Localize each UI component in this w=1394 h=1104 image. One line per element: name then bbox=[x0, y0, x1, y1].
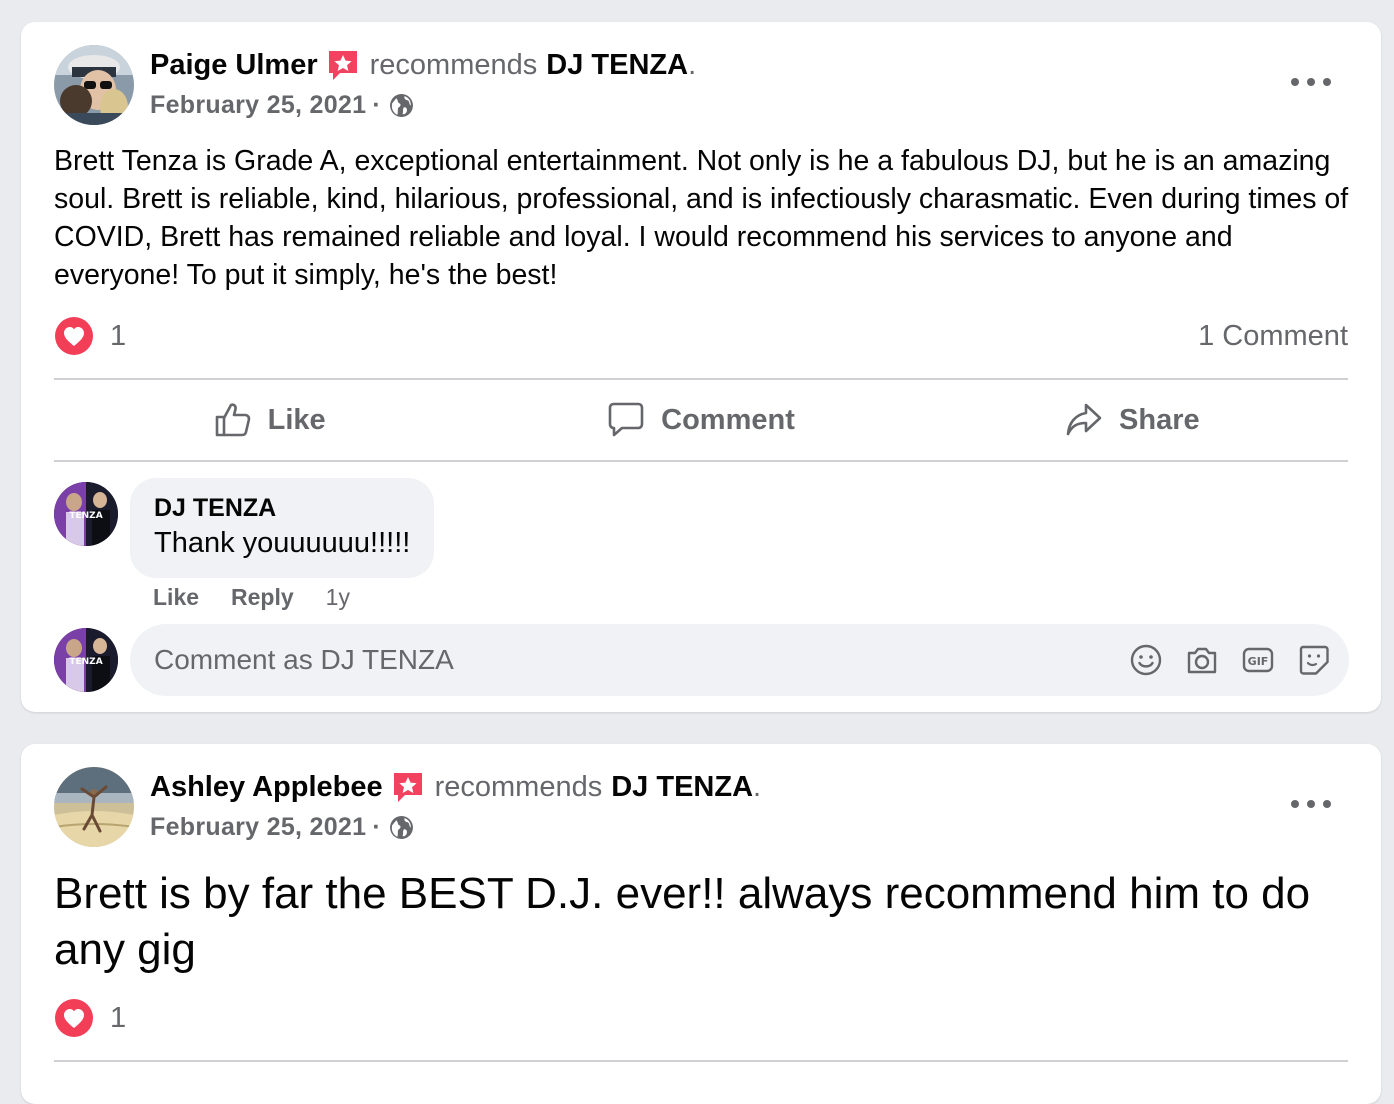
heart-reaction-icon[interactable] bbox=[54, 998, 94, 1038]
comment-bubble: DJ TENZA Thank youuuuuu!!!!! bbox=[130, 478, 435, 578]
post-meta: February 25, 2021 · bbox=[150, 810, 414, 844]
comment-composer: GIF bbox=[130, 624, 1349, 696]
smiley-icon[interactable] bbox=[1129, 643, 1163, 677]
date-separator: · bbox=[372, 90, 381, 119]
author-name[interactable]: Ashley Applebee bbox=[150, 771, 383, 804]
reaction-count[interactable]: 1 bbox=[110, 320, 126, 353]
review-post: Ashley Applebee recommends DJ TENZA. Feb… bbox=[21, 744, 1381, 1104]
sticker-icon[interactable] bbox=[1297, 643, 1331, 677]
review-text: Brett Tenza is Grade A, exceptional ente… bbox=[54, 145, 1349, 291]
post-header: Ashley Applebee recommends DJ TENZA. bbox=[150, 767, 761, 807]
post-date[interactable]: February 25, 2021 bbox=[150, 91, 366, 120]
comment-button[interactable]: Comment bbox=[485, 380, 916, 460]
post-meta: February 25, 2021 · bbox=[150, 88, 414, 122]
comment-author[interactable]: DJ TENZA bbox=[154, 492, 410, 524]
commenter-avatar[interactable]: TENZA bbox=[54, 482, 118, 546]
author-name[interactable]: Paige Ulmer bbox=[150, 49, 318, 82]
divider bbox=[54, 1060, 1348, 1062]
comment-like-link[interactable]: Like bbox=[153, 584, 199, 611]
like-label: Like bbox=[267, 403, 326, 436]
comment-count[interactable]: 1 Comment bbox=[1198, 320, 1348, 353]
period: . bbox=[753, 770, 762, 803]
review-post: Paige Ulmer recommends DJ TENZA. Februar… bbox=[21, 22, 1381, 712]
recommended-page-name[interactable]: DJ TENZA bbox=[546, 49, 688, 82]
share-label: Share bbox=[1119, 403, 1200, 436]
globe-icon[interactable] bbox=[389, 815, 414, 840]
speech-bubble-icon bbox=[608, 402, 644, 437]
composer-avatar: TENZA bbox=[54, 628, 118, 692]
comment-text: Thank youuuuuu!!!!! bbox=[154, 527, 411, 559]
reaction-summary: 1 bbox=[54, 998, 1348, 1038]
comment-reply-link[interactable]: Reply bbox=[231, 584, 294, 611]
thumbs-up-icon bbox=[215, 403, 250, 437]
recommend-verb: recommends bbox=[434, 770, 603, 803]
divider bbox=[54, 460, 1348, 462]
comment-input[interactable] bbox=[154, 644, 1107, 676]
gif-icon[interactable]: GIF bbox=[1241, 643, 1275, 677]
svg-text:GIF: GIF bbox=[1248, 655, 1269, 668]
author-avatar[interactable] bbox=[54, 45, 134, 125]
more-options-icon[interactable] bbox=[1291, 72, 1331, 92]
post-date[interactable]: February 25, 2021 bbox=[150, 813, 366, 842]
svg-text:TENZA: TENZA bbox=[69, 657, 102, 667]
reaction-summary: 1 1 Comment bbox=[54, 316, 1348, 356]
reaction-count[interactable]: 1 bbox=[110, 1002, 126, 1035]
heart-reaction-icon[interactable] bbox=[54, 316, 94, 356]
share-arrow-icon bbox=[1066, 403, 1102, 436]
svg-text:TENZA: TENZA bbox=[69, 511, 102, 521]
period: . bbox=[688, 48, 697, 81]
camera-icon[interactable] bbox=[1185, 643, 1219, 677]
share-button[interactable]: Share bbox=[917, 380, 1348, 460]
recommend-verb: recommends bbox=[369, 48, 538, 81]
post-actions: Like Comment Share bbox=[54, 380, 1348, 460]
globe-icon[interactable] bbox=[389, 93, 414, 118]
comment-actions: Like Reply 1y bbox=[153, 584, 350, 611]
comment-age[interactable]: 1y bbox=[326, 584, 350, 611]
post-header: Paige Ulmer recommends DJ TENZA. bbox=[150, 45, 696, 85]
recommended-page-name[interactable]: DJ TENZA bbox=[611, 771, 753, 804]
more-options-icon[interactable] bbox=[1291, 794, 1331, 814]
author-avatar[interactable] bbox=[54, 767, 134, 847]
recommend-badge-icon bbox=[326, 48, 360, 82]
composer-tools: GIF bbox=[1107, 643, 1331, 677]
date-separator: · bbox=[372, 812, 381, 841]
comment-label: Comment bbox=[661, 403, 795, 436]
recommend-badge-icon bbox=[391, 770, 425, 804]
review-text: Brett is by far the BEST D.J. ever!! alw… bbox=[54, 869, 1311, 974]
like-button[interactable]: Like bbox=[54, 380, 485, 460]
